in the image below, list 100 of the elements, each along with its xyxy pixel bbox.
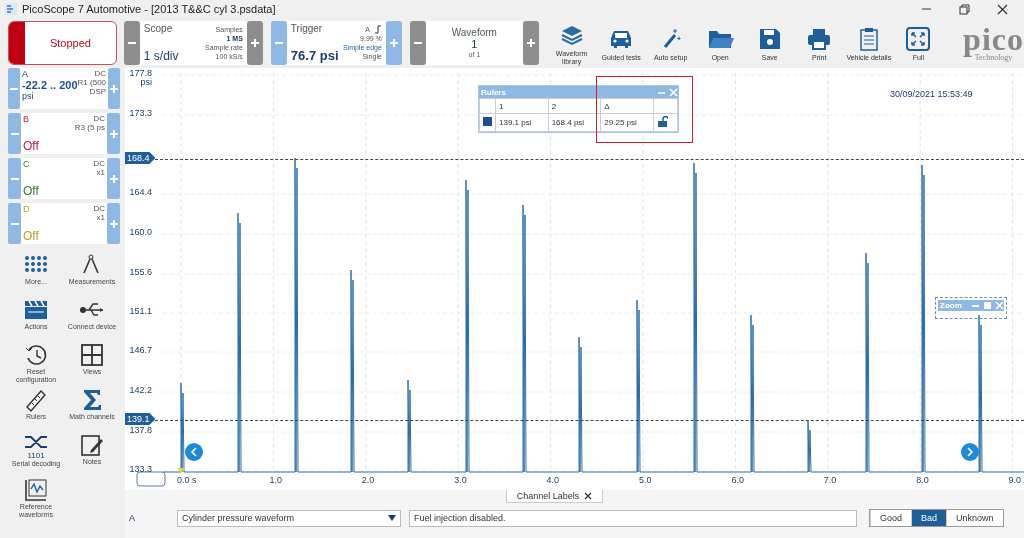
channel-name: A <box>21 69 29 79</box>
panel-label: Trigger <box>290 23 324 34</box>
notes-icon <box>79 432 105 458</box>
reference-waveform-icon <box>23 477 49 503</box>
decrease-button[interactable] <box>8 68 20 109</box>
increase-button[interactable] <box>107 158 120 199</box>
trigger-level-value: 76.7 psi <box>290 48 339 63</box>
channel-name: B <box>23 114 30 124</box>
ruler-marker[interactable]: 168.4 <box>125 152 156 164</box>
unlocked-icon[interactable] <box>656 116 668 127</box>
axis-tick-label: 2.0 <box>361 475 375 485</box>
channel-range: -22.2 .. 200 <box>21 79 78 91</box>
timebase-value: 1 s/div <box>143 49 180 63</box>
probe-label: x1 <box>96 213 105 222</box>
grid-views-icon <box>79 342 105 368</box>
ruler-handle[interactable] <box>136 471 166 487</box>
coupling-label: DC <box>93 159 105 168</box>
dropdown-arrow-icon <box>388 515 396 521</box>
restore-icon <box>982 301 992 310</box>
axis-tick-label: 142.2 <box>128 385 152 395</box>
probe-label: R3 (5 ps <box>74 123 105 132</box>
ruler-marker[interactable]: 139.1 <box>125 413 156 425</box>
decrease-button[interactable] <box>8 203 21 244</box>
column-header: Δ <box>600 98 654 114</box>
verdict-option[interactable]: Unknown <box>946 510 1003 526</box>
history-icon <box>23 342 49 368</box>
axis-tick-label: 151.1 <box>128 306 152 316</box>
plus-icon <box>525 38 536 48</box>
axis-tick-label: 5.0 <box>639 475 652 485</box>
axis-tick-label: 160.0 <box>128 227 152 237</box>
axis-tick-label: 3.0 <box>454 475 467 485</box>
verdict-option[interactable]: Good <box>870 510 912 526</box>
plus-icon <box>108 173 119 184</box>
channel-range: Off <box>23 139 39 153</box>
window-title: Rulers <box>481 87 507 97</box>
fullscreen-icon <box>904 24 933 53</box>
channel-range: Off <box>23 184 39 198</box>
plus-icon <box>388 38 399 48</box>
panel-label: Waveform <box>451 27 497 38</box>
unit-label: psi <box>21 91 35 101</box>
notes-field[interactable]: Fuel injection disabled. <box>409 509 857 527</box>
axis-tick-label: 164.4 <box>128 187 152 197</box>
axis-tick-label: 133.3 <box>128 464 152 474</box>
plus-icon <box>108 218 119 229</box>
close-icon <box>995 2 1009 16</box>
close-icon <box>584 492 593 500</box>
axis-tick-label: 7.0 <box>823 475 837 485</box>
axis-tick-label: 9.0 <box>1008 475 1022 485</box>
plus-icon <box>109 83 120 94</box>
increase-button[interactable] <box>108 68 120 109</box>
scroll-left-button[interactable] <box>185 443 203 461</box>
close-icon <box>994 301 1004 310</box>
channel-swatch-icon <box>483 117 492 126</box>
plus-icon <box>249 38 260 48</box>
table-cell: 139.1 psi <box>495 113 549 132</box>
probe-label: x1 <box>96 168 105 177</box>
axis-tick-label: 146.7 <box>128 345 152 355</box>
waveform-dropdown[interactable]: Cylinder pressure waveform <box>177 509 401 527</box>
verdict-option[interactable]: Bad <box>911 510 947 526</box>
axis-tick-label: 8.0 <box>916 475 929 485</box>
app-icon <box>4 2 18 16</box>
window-title: Zoom <box>940 301 963 310</box>
axis-tick-label: 0.0 s <box>177 475 197 485</box>
axis-tick-label: 137.8 <box>128 425 152 435</box>
channel-name: A <box>129 513 136 523</box>
table-cell: 29.25 psi <box>600 113 654 132</box>
coupling-label: DC <box>93 204 105 213</box>
stop-run-button[interactable]: Stopped <box>8 21 117 65</box>
coupling-label: DC <box>94 69 107 78</box>
increase-button[interactable] <box>107 113 120 154</box>
axis-tick-label: 173.3 <box>128 108 152 118</box>
scroll-right-button[interactable] <box>961 443 979 461</box>
icon-caption: 1101 <box>27 452 45 460</box>
rising-edge-icon <box>373 25 382 34</box>
axis-tick-label: 155.6 <box>128 267 152 277</box>
decrease-button[interactable] <box>270 21 287 65</box>
decrease-button[interactable] <box>409 21 426 65</box>
decrease-button[interactable] <box>8 158 21 199</box>
waveform-number: 1 <box>471 38 478 50</box>
coupling-label: DC <box>93 114 105 123</box>
restore-icon <box>957 2 971 16</box>
decrease-button[interactable] <box>8 113 21 154</box>
channel-range: Off <box>23 229 39 243</box>
column-header: 2 <box>548 98 601 114</box>
axis-tick-label: 6.0 <box>731 475 744 485</box>
axis-tick-label: 1.0 <box>269 475 282 485</box>
channel-name: C <box>23 159 31 169</box>
channel-name: D <box>23 204 31 214</box>
trigger-marker-icon <box>177 468 185 473</box>
panel-tab[interactable]: Channel Labels <box>505 490 604 503</box>
probe-label: R1 (500 <box>77 78 107 87</box>
dsp-label: DSP <box>89 87 107 96</box>
plus-icon <box>108 128 119 139</box>
axis-tick-label: 177.8 <box>128 68 152 78</box>
axis-unit-label: psi <box>139 77 152 87</box>
window-title: PicoScope 7 Automotive - [2013 T&&C cyl 3.psdata] <box>22 3 277 15</box>
decrease-button[interactable] <box>123 21 140 65</box>
increase-button[interactable] <box>107 203 120 244</box>
timestamp: 30/09/2021 15:53:49 <box>890 89 973 99</box>
column-header: 1 <box>495 98 549 114</box>
